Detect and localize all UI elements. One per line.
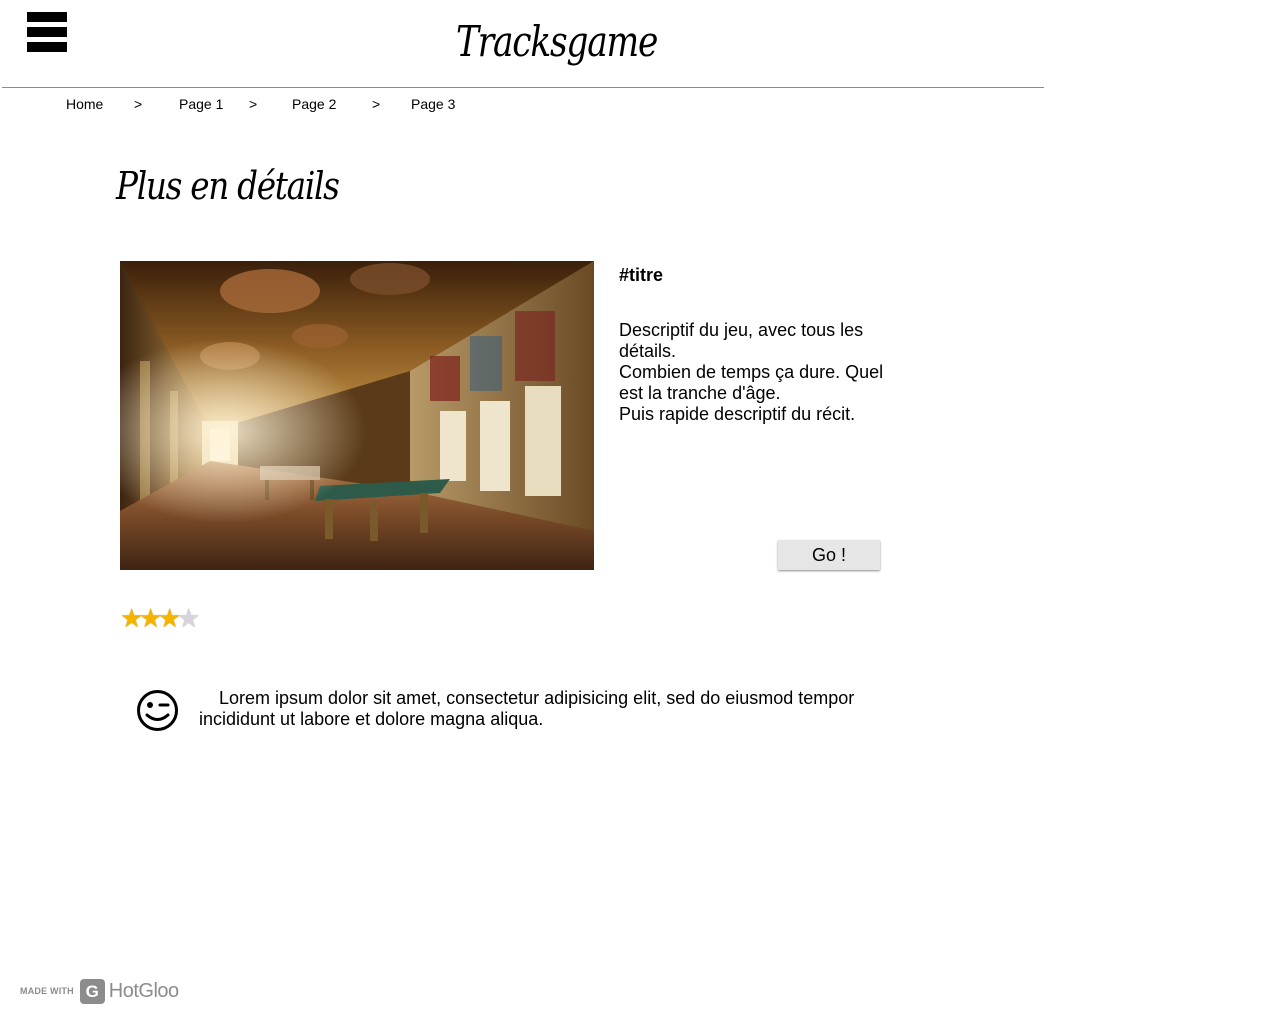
- hotgloo-brand: HotGloo: [108, 979, 179, 1002]
- comment-text: Lorem ipsum dolor sit amet, consectetur …: [199, 688, 855, 729]
- breadcrumb-home[interactable]: Home: [66, 96, 103, 112]
- description-line: Descriptif du jeu, avec tous les détails…: [619, 320, 864, 361]
- breadcrumb-page-2[interactable]: Page 2: [292, 96, 336, 112]
- wink-icon: [137, 690, 178, 731]
- game-image: [120, 261, 594, 570]
- star-rating[interactable]: ★ ★ ★ ★: [120, 604, 204, 632]
- site-logo[interactable]: Tracksgame: [456, 12, 658, 76]
- menu-icon[interactable]: [27, 12, 67, 52]
- breadcrumb-separator: >: [249, 96, 258, 112]
- header-divider: [2, 87, 1044, 88]
- breadcrumb-page-3[interactable]: Page 3: [411, 96, 455, 112]
- game-title: #titre: [619, 265, 664, 285]
- star-icon[interactable]: ★: [158, 604, 181, 632]
- menu-bar: [27, 12, 67, 22]
- made-with-hotgloo-badge[interactable]: MADE WITH G HotGloo: [20, 978, 179, 1004]
- breadcrumb-separator: >: [372, 96, 381, 112]
- game-description: Descriptif du jeu, avec tous les détails…: [619, 320, 894, 425]
- star-icon[interactable]: ★: [177, 604, 200, 632]
- star-icon[interactable]: ★: [139, 604, 162, 632]
- description-line: Combien de temps ça dure. Quel est la tr…: [619, 362, 884, 403]
- hotgloo-logo-icon: G: [79, 978, 105, 1004]
- page-title: Plus en détails: [116, 164, 340, 208]
- breadcrumb-separator: >: [134, 96, 143, 112]
- breadcrumb-page-1[interactable]: Page 1: [179, 96, 223, 112]
- made-with-label: MADE WITH: [20, 986, 74, 996]
- description-line: Puis rapide descriptif du récit.: [619, 404, 856, 424]
- hotgloo-logo-letter: G: [85, 981, 99, 1001]
- menu-bar: [27, 27, 67, 37]
- menu-bar: [27, 42, 67, 52]
- go-button[interactable]: Go !: [778, 540, 880, 570]
- star-icon[interactable]: ★: [120, 604, 143, 632]
